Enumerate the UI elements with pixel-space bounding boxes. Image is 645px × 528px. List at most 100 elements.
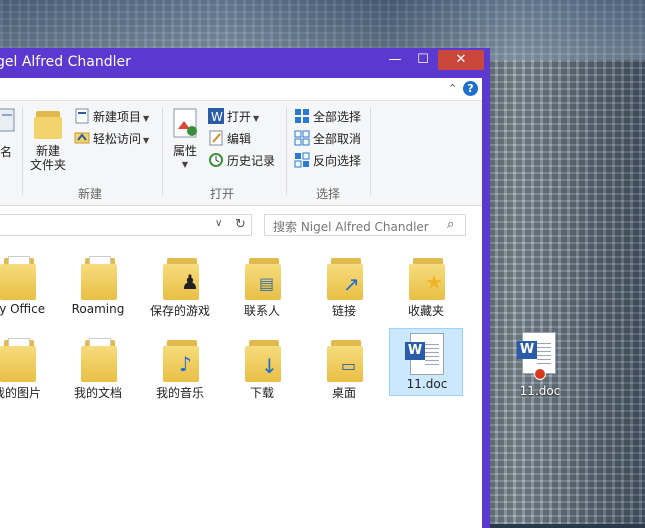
invert-selection-icon [294,152,310,168]
select-all-icon [294,108,310,124]
item-label: Roaming [71,302,125,316]
window-title: gel Alfred Chandler [0,54,131,70]
new-folder-icon [34,111,62,139]
search-placeholder: 搜索 Nigel Alfred Chandler [273,220,429,234]
chevron-down-icon: ▼ [143,114,150,123]
open-button[interactable]: W 打开 ▼ [208,107,259,127]
item-label: 我的文档 [73,386,122,400]
properties-icon [173,108,197,138]
ribbon-separator [162,107,163,195]
new-item-button[interactable]: 新建项目 ▼ [74,107,149,127]
chevron-down-icon[interactable]: ∨ [215,218,222,229]
search-icon[interactable]: ⌕ [447,217,454,232]
rename-button[interactable]: 命名 [0,107,18,159]
select-none-label: 全部取消 [313,132,362,146]
folder-my-music[interactable]: ♪ 我的音乐 [141,332,219,404]
edit-label: 编辑 [227,132,252,146]
address-bar[interactable]: ∨ ↻ [0,214,252,236]
item-label: 联系人 [243,304,280,318]
folder-links[interactable]: ↗ 链接 [305,250,383,322]
select-all-button[interactable]: 全部选择 [294,107,361,127]
refresh-icon[interactable]: ↻ [235,217,246,232]
folder-desktop[interactable]: ▭ 桌面 [305,332,383,404]
ribbon-separator [22,107,23,195]
title-bar[interactable]: gel Alfred Chandler — ☐ ✕ [0,48,490,78]
folder-my-documents[interactable]: 我的文档 [59,332,137,404]
group-label-new: 新建 [77,187,102,201]
properties-button[interactable]: 属性 ▼ [168,107,202,172]
folder-downloads[interactable]: ↓ 下载 [223,332,301,404]
folder-my-office[interactable]: My Office [0,250,56,322]
window-client: ⌃ ? 命名 新建 文件夹 新建项目▼ 轻松访问▼ [0,78,482,528]
rename-label: 命名 [0,145,12,159]
music-note-icon: ♪ [179,352,192,376]
folder-contacts[interactable]: ▤ 联系人 [223,250,301,322]
history-label: 历史记录 [227,154,276,168]
folder-my-pictures[interactable]: 我的图片 [0,332,56,404]
help-icon[interactable]: ? [463,81,478,96]
item-label: 我的图片 [0,386,41,400]
word-open-icon: W [208,108,224,124]
warning-badge-icon [534,368,546,380]
item-label: 11.doc [406,377,448,391]
item-label: 链接 [331,304,356,318]
invert-selection-label: 反向选择 [313,154,362,168]
item-label: 我的音乐 [155,386,204,400]
download-arrow-icon: ↓ [261,354,278,378]
properties-label: 属性 [172,144,197,158]
chess-piece-icon: ♟ [181,270,199,294]
word-document-icon: W [405,333,444,375]
item-label: My Office [0,302,46,316]
maximize-button[interactable]: ☐ [410,50,436,70]
ribbon: 命名 新建 文件夹 新建项目▼ 轻松访问▼ 新建 [0,101,482,206]
ribbon-collapse-icon[interactable]: ⌃ [448,82,457,95]
contact-card-icon: ▤ [259,274,275,293]
select-none-icon [294,130,310,146]
folder-icon [81,256,117,300]
item-label: 下载 [249,386,274,400]
star-icon: ★ [425,270,443,294]
open-label: 打开 [227,110,252,124]
item-label: 桌面 [331,386,356,400]
history-button[interactable]: 历史记录 [208,151,275,171]
ribbon-tab-bar: ⌃ ? [0,78,482,101]
easy-access-icon [74,130,90,146]
group-label-select: 选择 [315,187,340,201]
folder-roaming[interactable]: Roaming [59,250,137,322]
chevron-down-icon: ▼ [143,136,150,145]
rename-icon [0,108,15,132]
folder-icon [0,256,36,300]
ribbon-separator [370,107,371,195]
file-list: My Office Roaming ♟ 保存的游戏 ▤ 联系人 ↗ 链接 [0,242,482,528]
folder-favorites[interactable]: ★ 收藏夹 [387,250,465,322]
file-11-doc[interactable]: W 11.doc [389,328,463,396]
desktop-file-label: 11.doc [519,384,561,398]
item-label: 收藏夹 [407,304,444,318]
ribbon-separator [286,107,287,195]
invert-selection-button[interactable]: 反向选择 [294,151,361,171]
select-none-button[interactable]: 全部取消 [294,129,361,149]
chevron-down-icon: ▼ [253,114,260,123]
history-icon [208,152,224,168]
edit-icon [208,130,224,146]
select-all-label: 全部选择 [313,110,362,124]
group-label-open: 打开 [209,187,234,201]
explorer-window: gel Alfred Chandler — ☐ ✕ ⌃ ? 命名 新建 文件夹 [0,48,490,528]
edit-button[interactable]: 编辑 [208,129,251,149]
new-item-label: 新建项目 [93,110,142,124]
desktop-file-11-doc[interactable]: W 11.doc [512,330,568,400]
svg-text:W: W [211,110,223,124]
easy-access-label: 轻松访问 [93,132,142,146]
easy-access-button[interactable]: 轻松访问 ▼ [74,129,149,149]
search-input[interactable]: 搜索 Nigel Alfred Chandler ⌕ [264,214,466,236]
item-label: 保存的游戏 [149,304,210,318]
folder-icon [81,338,117,382]
monitor-icon: ▭ [341,356,357,375]
chevron-down-icon: ▼ [181,160,189,169]
folder-saved-games[interactable]: ♟ 保存的游戏 [141,250,219,322]
close-button[interactable]: ✕ [438,50,484,70]
new-folder-button[interactable]: 新建 文件夹 [28,107,68,172]
minimize-button[interactable]: — [382,50,408,70]
link-arrow-icon: ↗ [343,272,360,296]
navigation-bar: ∨ ↻ 搜索 Nigel Alfred Chandler ⌕ [0,206,482,242]
